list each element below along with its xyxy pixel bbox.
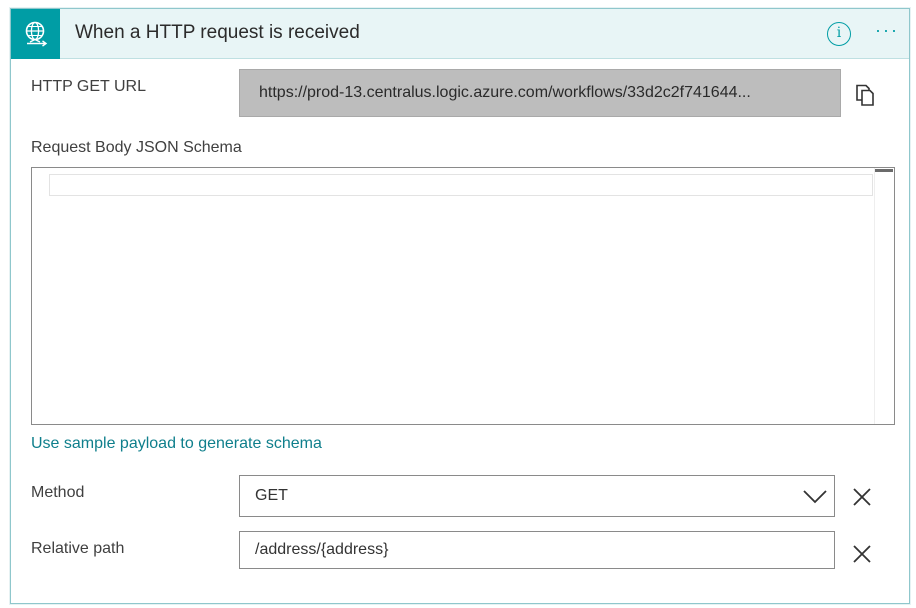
info-icon[interactable]: i [827, 22, 851, 46]
request-body-schema-editor[interactable] [31, 167, 895, 425]
editor-current-line [49, 174, 873, 196]
method-label: Method [31, 484, 85, 501]
ellipsis-icon[interactable]: ··· [873, 21, 901, 43]
card-header[interactable]: When a HTTP request is received i ··· [11, 9, 909, 59]
trigger-icon-tile [11, 9, 60, 59]
relative-path-label: Relative path [31, 540, 125, 557]
card-title: When a HTTP request is received [75, 22, 360, 43]
http-request-globe-icon [25, 21, 47, 47]
chevron-down-icon[interactable] [802, 485, 828, 507]
close-icon[interactable] [851, 486, 873, 508]
http-request-trigger-card: When a HTTP request is received i ··· HT… [10, 8, 910, 604]
http-get-url-field[interactable]: https://prod-13.centralus.logic.azure.co… [239, 69, 841, 117]
method-selected-value: GET [255, 487, 288, 504]
relative-path-input[interactable]: /address/{address} [239, 531, 835, 569]
use-sample-payload-link[interactable]: Use sample payload to generate schema [31, 435, 322, 453]
close-icon[interactable] [851, 543, 873, 565]
method-select[interactable]: GET [239, 475, 835, 517]
request-body-schema-label: Request Body JSON Schema [31, 139, 242, 156]
http-get-url-label: HTTP GET URL [31, 78, 146, 95]
editor-scrollbar-thumb[interactable] [875, 169, 893, 172]
copy-icon[interactable] [853, 83, 877, 107]
editor-scrollbar[interactable] [874, 168, 894, 424]
